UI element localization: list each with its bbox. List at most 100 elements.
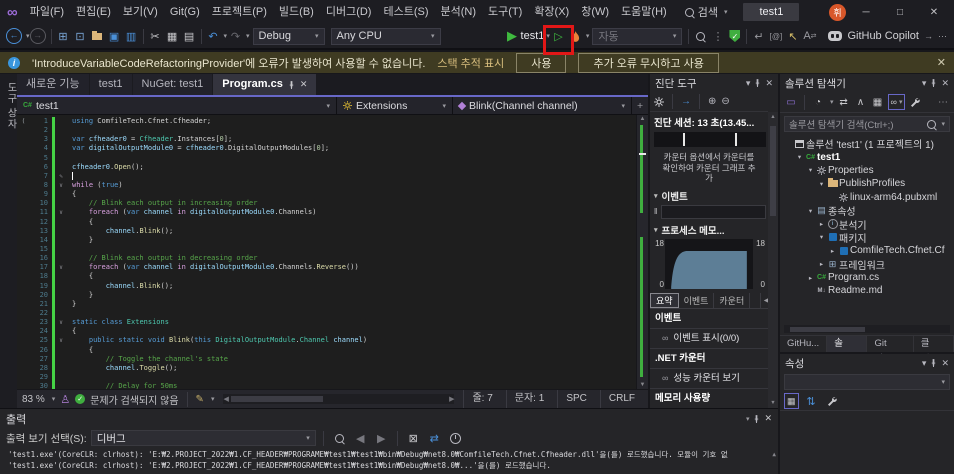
settings-gear-icon[interactable] bbox=[654, 97, 664, 107]
doc-tab[interactable]: NuGet: test1 bbox=[133, 74, 213, 95]
collapse-all-icon[interactable]: ∧ bbox=[854, 94, 868, 110]
text-transform-button[interactable]: A⇄ bbox=[801, 27, 818, 45]
infobar-close-icon[interactable]: ✕ bbox=[937, 56, 946, 69]
github-copilot-button[interactable]: GitHub Copilot → ⋯ bbox=[828, 30, 947, 42]
export-icon[interactable]: → bbox=[681, 96, 691, 107]
navigate-forward-icon[interactable]: → bbox=[30, 28, 46, 44]
minimize-button[interactable]: ─ bbox=[852, 7, 880, 18]
chevron-down-icon[interactable]: ▾ bbox=[922, 358, 927, 369]
code-analysis-button[interactable]: ✓ bbox=[726, 27, 743, 45]
scroll-left-icon[interactable]: ◀ bbox=[223, 395, 228, 403]
zoom-in-icon[interactable]: ⊕ bbox=[708, 96, 716, 107]
close-icon[interactable]: ✕ bbox=[941, 78, 949, 89]
scroll-up-icon[interactable]: ▲ bbox=[768, 114, 778, 120]
code-line[interactable]: 6cfheader0.Open(); bbox=[17, 163, 636, 172]
scrollbar-thumb[interactable] bbox=[790, 327, 865, 332]
code-line[interactable]: 3var cfheader0 = Cfheader.Instances[0]; bbox=[17, 135, 636, 144]
chevron-expanded-icon[interactable]: ▾ bbox=[817, 233, 826, 241]
code-line[interactable]: 10 // Blink each output in increasing or… bbox=[17, 199, 636, 208]
close-icon[interactable]: ✕ bbox=[941, 358, 949, 369]
menu-item[interactable]: 보기(V) bbox=[117, 6, 164, 18]
fold-collapse-icon[interactable]: ∨ bbox=[55, 336, 67, 345]
hot-reload-button[interactable] bbox=[567, 27, 584, 45]
tree-item-markdown[interactable]: M↓Readme.md bbox=[780, 284, 954, 297]
line-ending-indicator[interactable]: CRLF bbox=[600, 390, 643, 408]
code-line[interactable]: 24{ bbox=[17, 327, 636, 336]
find-message-icon[interactable] bbox=[331, 429, 348, 447]
code-line[interactable]: 5 bbox=[17, 154, 636, 163]
chevron-collapsed-icon[interactable]: ▸ bbox=[828, 247, 837, 255]
code-line[interactable]: 28 channel.Toggle(); bbox=[17, 364, 636, 373]
close-icon[interactable]: ✕ bbox=[764, 413, 772, 424]
menu-item[interactable]: 편집(E) bbox=[70, 6, 117, 18]
health-status-label[interactable]: 문제가 검색되지 않음 bbox=[90, 392, 178, 407]
code-line[interactable]: (1using ComfileTech.Cfnet.Cfheader; bbox=[17, 117, 636, 126]
close-window-button[interactable]: ✕ bbox=[920, 7, 948, 18]
pin-icon[interactable] bbox=[930, 79, 937, 87]
code-line[interactable]: 23∨static class Extensions bbox=[17, 318, 636, 327]
chevron-expanded-icon[interactable]: ▾ bbox=[817, 180, 826, 188]
summary-link[interactable]: ∞이벤트 표시(0/0) bbox=[650, 329, 778, 349]
code-line[interactable]: 20 } bbox=[17, 291, 636, 300]
code-line[interactable]: 26 { bbox=[17, 346, 636, 355]
code-line[interactable]: 27 // Toggle the channel's state bbox=[17, 355, 636, 364]
open-folder-button[interactable] bbox=[89, 27, 106, 45]
menu-item[interactable]: 디버그(D) bbox=[320, 6, 378, 18]
pending-changes-filter-icon[interactable]: ◔ bbox=[811, 94, 825, 110]
chevron-expanded-icon[interactable]: ▾ bbox=[806, 207, 815, 215]
output-source-combo[interactable]: 디버그 ▾ bbox=[91, 430, 316, 446]
maximize-button[interactable]: □ bbox=[886, 7, 914, 18]
word-wrap-icon[interactable]: ⇄ bbox=[426, 429, 443, 447]
start-debug-target-label[interactable]: test1 bbox=[521, 30, 545, 42]
save-all-button[interactable]: ▥ bbox=[123, 27, 140, 45]
events-track[interactable] bbox=[661, 205, 766, 219]
properties-object-combo[interactable]: ▾ bbox=[784, 374, 950, 390]
chevron-collapsed-icon[interactable]: ▸ bbox=[806, 274, 815, 282]
doc-tab[interactable]: Program.cs✕ bbox=[213, 74, 316, 95]
zoom-out-icon[interactable]: ⊖ bbox=[721, 96, 729, 107]
code-line[interactable]: 11∨ foreach (var channel in digitalOutpu… bbox=[17, 208, 636, 217]
fold-collapse-icon[interactable]: ∨ bbox=[55, 208, 67, 217]
tree-item-pubxml[interactable]: linux-arm64.pubxml bbox=[780, 191, 954, 204]
panel-tab[interactable]: Git 변... bbox=[867, 336, 913, 352]
pointer-icon[interactable]: ↖ bbox=[784, 27, 801, 45]
chevron-expanded-icon[interactable]: ▾ bbox=[795, 153, 804, 161]
pin-icon[interactable] bbox=[288, 81, 295, 89]
sync-with-active-document-icon[interactable]: ⇄ bbox=[837, 94, 851, 110]
type-dropdown[interactable]: Extensions ▾ bbox=[337, 97, 453, 114]
undo-button[interactable]: ↶ bbox=[205, 27, 222, 45]
ignore-errors-button[interactable]: 추가 오류 무시하고 사용 bbox=[578, 53, 718, 73]
live-share-icon[interactable]: ♙ bbox=[60, 393, 70, 406]
scroll-right-icon[interactable]: ▶ bbox=[449, 395, 454, 403]
tree-item-dependencies[interactable]: ▾▤종속성 bbox=[780, 204, 954, 217]
copy-button[interactable]: ▦ bbox=[164, 27, 181, 45]
solution-configuration-combo[interactable]: Debug▾ bbox=[253, 28, 325, 45]
panel-tab[interactable]: 솔루... bbox=[827, 336, 867, 352]
split-window-button[interactable]: + bbox=[632, 97, 648, 114]
code-line[interactable]: 19 channel.Blink(); bbox=[17, 282, 636, 291]
cut-button[interactable]: ✂ bbox=[147, 27, 164, 45]
menu-item[interactable]: 창(W) bbox=[575, 6, 615, 18]
code-editor[interactable]: (1using ComfileTech.Cfnet.Cfheader;23var… bbox=[17, 115, 648, 389]
editor-vertical-scrollbar[interactable]: ▲ ▼ bbox=[636, 115, 648, 389]
tree-item-framework[interactable]: ▸⊞프레임워크 bbox=[780, 258, 954, 271]
show-stack-trace-link[interactable]: 스택 추적 표시 bbox=[437, 55, 504, 71]
tree-item-properties[interactable]: ▾Properties bbox=[780, 164, 954, 177]
code-line[interactable]: 9{ bbox=[17, 190, 636, 199]
tree-item-analyzer[interactable]: ▸i분석기 bbox=[780, 217, 954, 230]
member-dropdown[interactable]: Blink(Channel channel) ▾ bbox=[453, 97, 632, 114]
session-timeline-ruler[interactable] bbox=[654, 132, 766, 147]
code-lines[interactable]: (1using ComfileTech.Cfnet.Cfheader;23var… bbox=[17, 115, 636, 389]
project-dropdown[interactable]: C# test1 ▾ bbox=[17, 97, 337, 114]
solution-platform-combo[interactable]: Any CPU▾ bbox=[331, 28, 441, 45]
menu-item[interactable]: 도구(T) bbox=[482, 6, 528, 18]
close-icon[interactable]: ✕ bbox=[300, 74, 308, 95]
menu-item[interactable]: 도움말(H) bbox=[615, 6, 673, 18]
solution-explorer-search[interactable]: 솔루션 탐색기 검색(Ctrl+;) ▾ bbox=[784, 116, 950, 132]
code-line[interactable]: 8∨while (true) bbox=[17, 181, 636, 190]
code-line[interactable]: 17∨ foreach (var channel in digitalOutpu… bbox=[17, 263, 636, 272]
editor-horizontal-scrollbar[interactable]: ◀ ▶ bbox=[223, 394, 454, 404]
scroll-up-icon[interactable]: ▲ bbox=[772, 450, 776, 461]
pin-icon[interactable] bbox=[753, 415, 760, 423]
doc-tab[interactable]: 새로운 기능 bbox=[17, 74, 89, 95]
